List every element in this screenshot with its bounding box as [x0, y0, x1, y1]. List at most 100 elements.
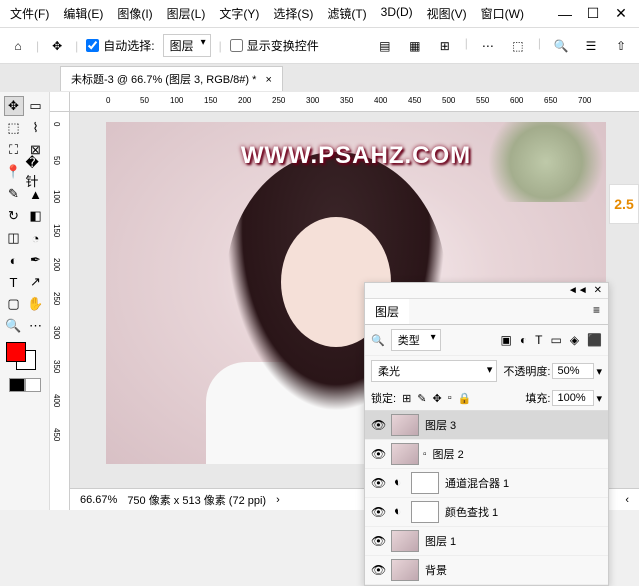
- stamp-tool[interactable]: ▲: [26, 184, 46, 204]
- dodge-tool[interactable]: ◐: [4, 250, 24, 270]
- tab-close-icon[interactable]: ×: [265, 74, 271, 86]
- filter-search-icon[interactable]: 🔍: [371, 334, 385, 347]
- menu-image[interactable]: 图像(I): [111, 1, 158, 26]
- foreground-color[interactable]: [6, 342, 26, 362]
- color-swatches[interactable]: [2, 342, 47, 372]
- gradient-tool[interactable]: ◫: [4, 228, 24, 248]
- share-icon[interactable]: ⇧: [611, 36, 631, 56]
- blend-mode-dropdown[interactable]: 柔光: [371, 360, 497, 382]
- filter-adjust-icon[interactable]: ◐: [520, 333, 527, 347]
- home-icon[interactable]: ⌂: [8, 36, 28, 56]
- menu-filter[interactable]: 滤镜(T): [321, 1, 372, 26]
- show-transform-checkbox[interactable]: 显示变换控件: [230, 37, 319, 54]
- menu-view[interactable]: 视图(V): [421, 1, 473, 26]
- history-brush-tool[interactable]: ↻: [4, 206, 24, 226]
- layer-name[interactable]: 颜色查找 1: [445, 504, 498, 520]
- type-tool[interactable]: T: [4, 272, 24, 292]
- layer-item[interactable]: 👁 ◐ 通道混合器 1: [365, 469, 608, 498]
- lock-position-icon[interactable]: ✥: [433, 392, 442, 405]
- layer-item[interactable]: 👁 图层 1: [365, 527, 608, 556]
- layer-thumbnail[interactable]: [411, 472, 439, 494]
- layer-name[interactable]: 背景: [425, 562, 447, 578]
- marquee-tool[interactable]: ⬚: [4, 118, 24, 138]
- menu-select[interactable]: 选择(S): [267, 1, 319, 26]
- lock-all-icon[interactable]: 🔒: [458, 392, 472, 405]
- align-icon-2[interactable]: ▦: [405, 36, 425, 56]
- visibility-icon[interactable]: 👁: [371, 505, 385, 519]
- layer-thumbnail[interactable]: [391, 559, 419, 581]
- lock-artboard-icon[interactable]: ▫: [448, 392, 452, 404]
- fill-input[interactable]: 100%: [552, 390, 594, 406]
- filter-type-icon[interactable]: T: [535, 333, 542, 347]
- layer-item[interactable]: 👁 图层 3: [365, 411, 608, 440]
- layer-name[interactable]: 通道混合器 1: [445, 475, 509, 491]
- edit-toolbar[interactable]: ⋯: [26, 316, 46, 336]
- eraser-tool[interactable]: ◧: [26, 206, 46, 226]
- panel-menu-icon[interactable]: ≡: [585, 299, 608, 324]
- opacity-dropdown-icon[interactable]: ▾: [596, 365, 602, 378]
- artboard-tool[interactable]: ▭: [26, 96, 46, 116]
- menu-3d[interactable]: 3D(D): [375, 1, 419, 26]
- eyedropper-tool[interactable]: 📍: [4, 162, 24, 182]
- panel-close-icon[interactable]: ✕: [594, 285, 602, 296]
- opacity-input[interactable]: 50%: [552, 363, 594, 379]
- menu-window[interactable]: 窗口(W): [475, 1, 530, 26]
- zoom-tool[interactable]: 🔍: [4, 316, 24, 336]
- panel-collapse-icon[interactable]: ◄◄: [568, 285, 588, 296]
- move-icon[interactable]: ✥: [47, 36, 67, 56]
- lock-transparent-icon[interactable]: ⊞: [402, 392, 411, 405]
- layer-name[interactable]: 图层 1: [425, 533, 456, 549]
- menu-type[interactable]: 文字(Y): [213, 1, 265, 26]
- filter-shape-icon[interactable]: ▭: [550, 333, 561, 347]
- close-button[interactable]: ✕: [607, 2, 635, 26]
- brush-tool[interactable]: ✎: [4, 184, 24, 204]
- workspace-icon[interactable]: ☰: [581, 36, 601, 56]
- layer-thumbnail[interactable]: [391, 443, 419, 465]
- layer-thumbnail[interactable]: [391, 414, 419, 436]
- search-icon[interactable]: 🔍: [551, 36, 571, 56]
- screenmode-icon[interactable]: [25, 378, 41, 392]
- filter-toggle-icon[interactable]: ⬛: [587, 333, 602, 347]
- blur-tool[interactable]: ◔: [26, 228, 46, 248]
- filter-smart-icon[interactable]: ◈: [570, 333, 579, 347]
- menu-file[interactable]: 文件(F): [4, 1, 55, 26]
- layer-item[interactable]: 👁 ◐ 颜色查找 1: [365, 498, 608, 527]
- layer-item[interactable]: 👁 背景: [365, 556, 608, 585]
- layer-thumbnail[interactable]: [411, 501, 439, 523]
- 3d-icon[interactable]: ⬚: [508, 36, 528, 56]
- align-icon-3[interactable]: ⊞: [435, 36, 455, 56]
- shape-tool[interactable]: ▢: [4, 294, 24, 314]
- filter-pixel-icon[interactable]: ▣: [501, 333, 512, 347]
- visibility-icon[interactable]: 👁: [371, 534, 385, 548]
- minimize-button[interactable]: —: [551, 2, 579, 26]
- menu-layer[interactable]: 图层(L): [161, 1, 212, 26]
- filter-type-dropdown[interactable]: 类型: [391, 329, 441, 351]
- visibility-icon[interactable]: 👁: [371, 476, 385, 490]
- layers-tab[interactable]: 图层: [365, 299, 409, 324]
- lasso-tool[interactable]: ⌇: [26, 118, 46, 138]
- align-icon-1[interactable]: ▤: [375, 36, 395, 56]
- more-icon[interactable]: ⋯: [478, 36, 498, 56]
- layer-item[interactable]: 👁 ▫ 图层 2: [365, 440, 608, 469]
- pen-tool[interactable]: ✒: [26, 250, 46, 270]
- layer-name[interactable]: 图层 2: [433, 446, 464, 462]
- auto-select-checkbox[interactable]: 自动选择:: [86, 37, 154, 54]
- crop-tool[interactable]: ⛶: [4, 140, 24, 160]
- layer-name[interactable]: 图层 3: [425, 417, 456, 433]
- path-tool[interactable]: ↗: [26, 272, 46, 292]
- hand-tool[interactable]: ✋: [26, 294, 46, 314]
- visibility-icon[interactable]: 👁: [371, 418, 385, 432]
- fill-dropdown-icon[interactable]: ▾: [596, 392, 602, 405]
- menu-edit[interactable]: 编辑(E): [57, 1, 109, 26]
- heal-tool[interactable]: �针: [26, 162, 46, 182]
- right-dock-value[interactable]: 2.5: [609, 184, 639, 224]
- document-tab[interactable]: 未标题-3 @ 66.7% (图层 3, RGB/8#) * ×: [60, 66, 283, 91]
- visibility-icon[interactable]: 👁: [371, 563, 385, 577]
- status-arrow-icon[interactable]: ›: [276, 494, 280, 506]
- ruler-origin[interactable]: [50, 92, 70, 112]
- quickmask-icon[interactable]: [9, 378, 25, 392]
- zoom-level[interactable]: 66.67%: [80, 494, 117, 506]
- visibility-icon[interactable]: 👁: [371, 447, 385, 461]
- auto-select-type-dropdown[interactable]: 图层: [163, 34, 211, 57]
- lock-pixels-icon[interactable]: ✎: [417, 392, 426, 405]
